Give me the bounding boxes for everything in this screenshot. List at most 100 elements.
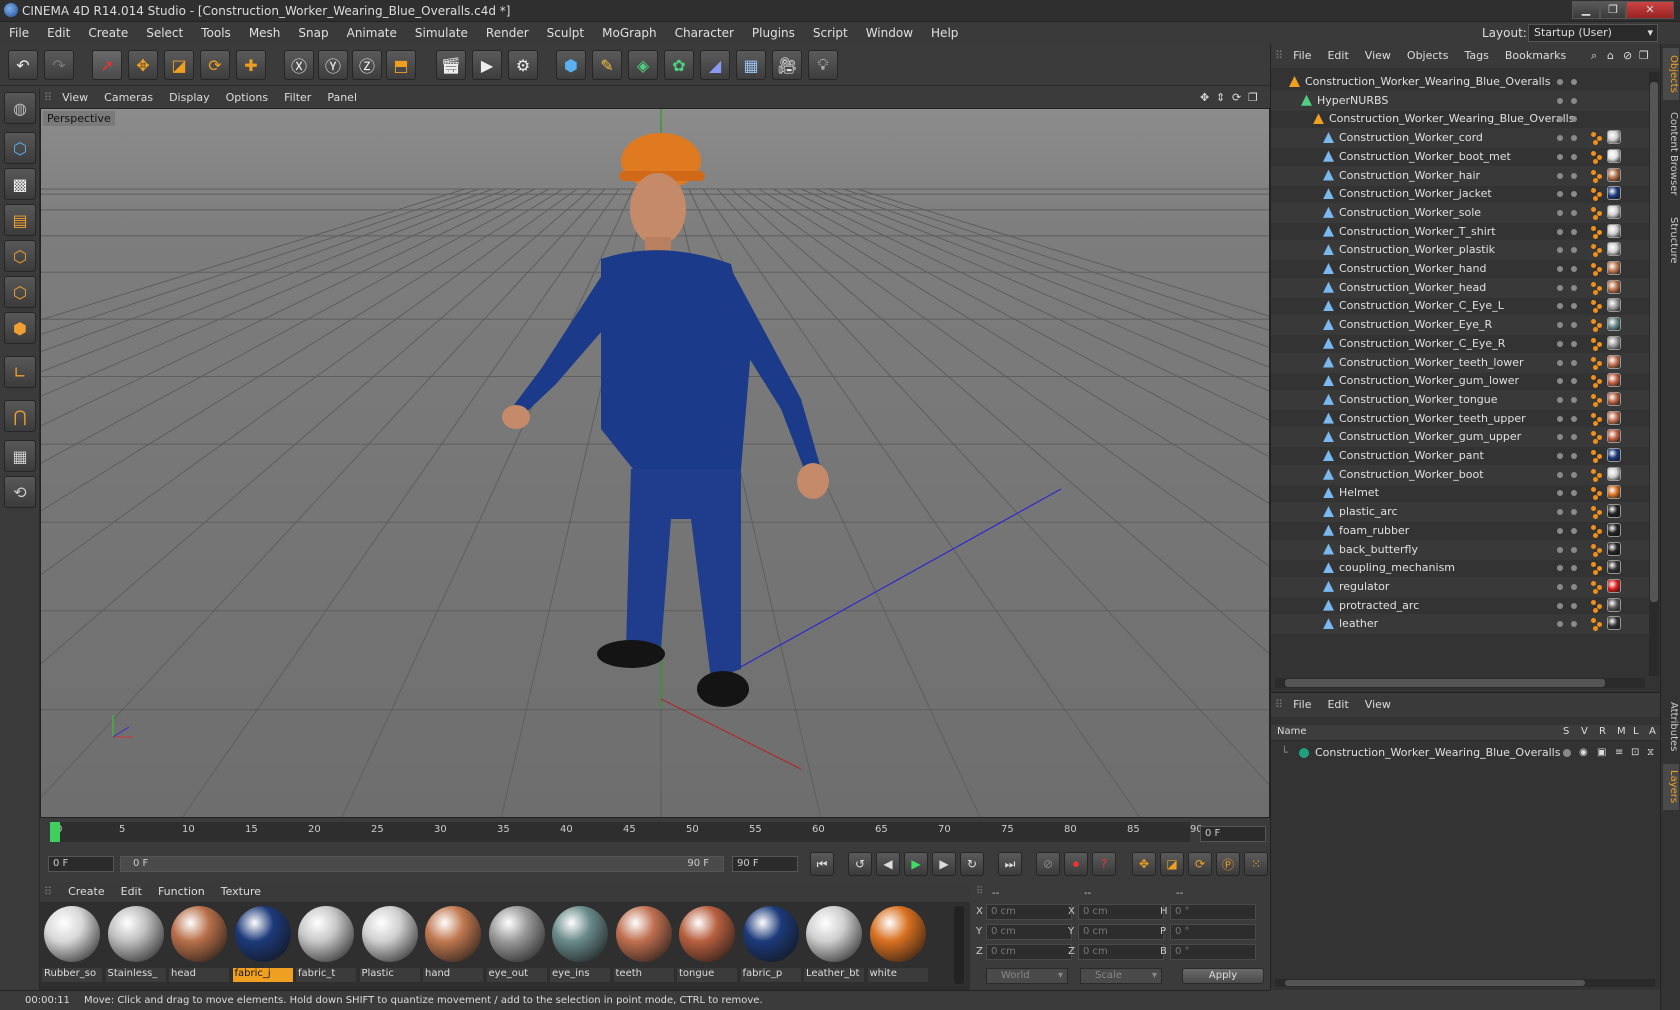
- material-tag-icon[interactable]: [1607, 373, 1621, 388]
- x-axis-lock-button[interactable]: Ⓧ: [284, 50, 314, 80]
- material-tag-icon[interactable]: [1607, 242, 1621, 257]
- rotate-tool-button[interactable]: ⟳: [200, 50, 230, 80]
- material-fabric-j[interactable]: fabric_j: [232, 904, 293, 984]
- object-row[interactable]: Construction_Worker_plastik: [1271, 240, 1649, 261]
- material-tag-icon[interactable]: [1607, 354, 1621, 369]
- phong-tag-icon[interactable]: [1591, 225, 1596, 231]
- phong-tag-icon[interactable]: [1591, 132, 1596, 138]
- object-row[interactable]: Construction_Worker_teeth_upper: [1271, 409, 1649, 429]
- phong-tag-icon[interactable]: [1597, 154, 1602, 160]
- texture-mode-button[interactable]: ▩: [4, 168, 36, 200]
- om-menu-bookmarks[interactable]: Bookmarks: [1505, 44, 1566, 68]
- editor-visibility-dot[interactable]: [1557, 378, 1563, 385]
- menu-animate[interactable]: Animate: [338, 22, 406, 44]
- render-visibility-dot[interactable]: [1571, 135, 1577, 142]
- editor-visibility-dot[interactable]: [1557, 546, 1563, 553]
- scale-dropdown[interactable]: Scale ▾: [1080, 968, 1162, 984]
- om-menu-objects[interactable]: Objects: [1407, 44, 1449, 68]
- material-tag-icon[interactable]: [1607, 429, 1621, 444]
- material-white[interactable]: white: [867, 904, 928, 984]
- lock-icon[interactable]: ⊡: [1631, 747, 1639, 758]
- render-visibility-dot[interactable]: [1571, 247, 1577, 254]
- menu-character[interactable]: Character: [666, 22, 743, 44]
- material-stainless-[interactable]: Stainless_: [105, 904, 166, 984]
- model-mode-button[interactable]: ⬡: [4, 132, 36, 164]
- object-row[interactable]: coupling_mechanism: [1271, 558, 1649, 578]
- material-menu-texture[interactable]: Texture: [221, 882, 261, 902]
- material-leather-bt[interactable]: Leather_bt: [804, 904, 864, 984]
- render-visibility-dot[interactable]: [1571, 116, 1577, 123]
- phong-tag-icon[interactable]: [1593, 308, 1598, 314]
- scale-tool-button[interactable]: ◪: [164, 50, 194, 80]
- material-tag-icon[interactable]: [1607, 335, 1621, 350]
- close-button[interactable]: ✕: [1626, 1, 1674, 19]
- key-scale-button[interactable]: ◪: [1160, 852, 1184, 876]
- phong-tag-icon[interactable]: [1597, 416, 1602, 422]
- menu-sculpt[interactable]: Sculpt: [538, 22, 593, 44]
- tab-structure[interactable]: Structure: [1663, 210, 1679, 270]
- editor-visibility-dot[interactable]: [1557, 209, 1563, 216]
- phong-tag-icon[interactable]: [1593, 233, 1598, 239]
- phong-tag-icon[interactable]: [1593, 327, 1598, 333]
- viewport-menu-options[interactable]: Options: [226, 88, 268, 108]
- phong-tag-icon[interactable]: [1591, 580, 1596, 586]
- object-row[interactable]: Construction_Worker_pant: [1271, 446, 1649, 466]
- lock-icon[interactable]: ⊘: [1623, 44, 1632, 68]
- object-row[interactable]: Construction_Worker_hair: [1271, 165, 1649, 186]
- coord-field[interactable]: 0 cm: [986, 924, 1072, 940]
- motion-path-button[interactable]: ⊘: [1036, 852, 1060, 876]
- material-tongue[interactable]: tongue: [677, 904, 737, 984]
- phong-tag-icon[interactable]: [1593, 289, 1598, 295]
- viewport-menu-view[interactable]: View: [62, 88, 88, 108]
- axis-mode-button[interactable]: ∟: [4, 356, 36, 388]
- phong-tag-icon[interactable]: [1593, 420, 1598, 426]
- phong-tag-icon[interactable]: [1593, 252, 1598, 258]
- object-row[interactable]: Construction_Worker_T_shirt: [1271, 222, 1649, 242]
- editor-visibility-dot[interactable]: [1557, 228, 1563, 235]
- phong-tag-icon[interactable]: [1593, 140, 1598, 146]
- lm-menu-edit[interactable]: Edit: [1327, 693, 1348, 717]
- phong-tag-icon[interactable]: [1593, 196, 1598, 202]
- maximize-icon[interactable]: ❐: [1639, 44, 1649, 68]
- perspective-viewport[interactable]: [40, 108, 1270, 818]
- phong-tag-icon[interactable]: [1597, 547, 1602, 553]
- om-menu-file[interactable]: File: [1293, 44, 1311, 68]
- editor-visibility-dot[interactable]: [1557, 340, 1563, 347]
- phong-tag-icon[interactable]: [1591, 599, 1596, 605]
- coord-field[interactable]: 0 cm: [1078, 924, 1164, 940]
- hscrollbar-thumb[interactable]: [1285, 679, 1605, 687]
- coordinate-system-button[interactable]: ⬒: [386, 50, 416, 80]
- editor-visibility-dot[interactable]: [1557, 621, 1563, 628]
- autokey-button[interactable]: ?: [1092, 852, 1116, 876]
- scrollbar-thumb[interactable]: [1650, 82, 1658, 602]
- editor-visibility-dot[interactable]: [1557, 471, 1563, 478]
- editor-visibility-dot[interactable]: [1557, 396, 1563, 403]
- search-icon[interactable]: ⌕: [1591, 44, 1597, 68]
- editor-visibility-dot[interactable]: [1557, 135, 1563, 142]
- render-visibility-dot[interactable]: [1571, 303, 1577, 310]
- key-position-button[interactable]: ✥: [1132, 852, 1156, 876]
- object-row[interactable]: leather: [1271, 614, 1649, 635]
- phong-tag-icon[interactable]: [1593, 551, 1598, 557]
- viewport-maximize-icon[interactable]: ❐: [1248, 88, 1258, 108]
- phong-tag-icon[interactable]: [1593, 514, 1598, 520]
- menu-mesh[interactable]: Mesh: [240, 22, 290, 44]
- phong-tag-icon[interactable]: [1597, 267, 1602, 272]
- editor-visibility-dot[interactable]: [1557, 434, 1563, 441]
- render-visibility-dot[interactable]: [1571, 378, 1577, 385]
- editor-visibility-dot[interactable]: [1557, 490, 1563, 497]
- material-tag-icon[interactable]: [1607, 148, 1621, 163]
- object-row[interactable]: Construction_Worker_head: [1271, 277, 1649, 298]
- phong-tag-icon[interactable]: [1591, 506, 1596, 512]
- recent-tool-button[interactable]: ✚: [236, 50, 266, 80]
- phong-tag-icon[interactable]: [1593, 271, 1598, 276]
- render-visibility-dot[interactable]: [1571, 284, 1577, 291]
- editor-visibility-dot[interactable]: [1557, 247, 1563, 254]
- render-visibility-dot[interactable]: [1571, 490, 1577, 497]
- layer-hscrollbar[interactable]: [1275, 979, 1655, 987]
- phong-tag-icon[interactable]: [1593, 214, 1598, 220]
- menu-create[interactable]: Create: [79, 22, 137, 44]
- end-frame-field[interactable]: 90 F: [732, 856, 798, 872]
- previous-frame-button[interactable]: ◀: [876, 852, 900, 876]
- construction-worker-model[interactable]: [502, 133, 829, 707]
